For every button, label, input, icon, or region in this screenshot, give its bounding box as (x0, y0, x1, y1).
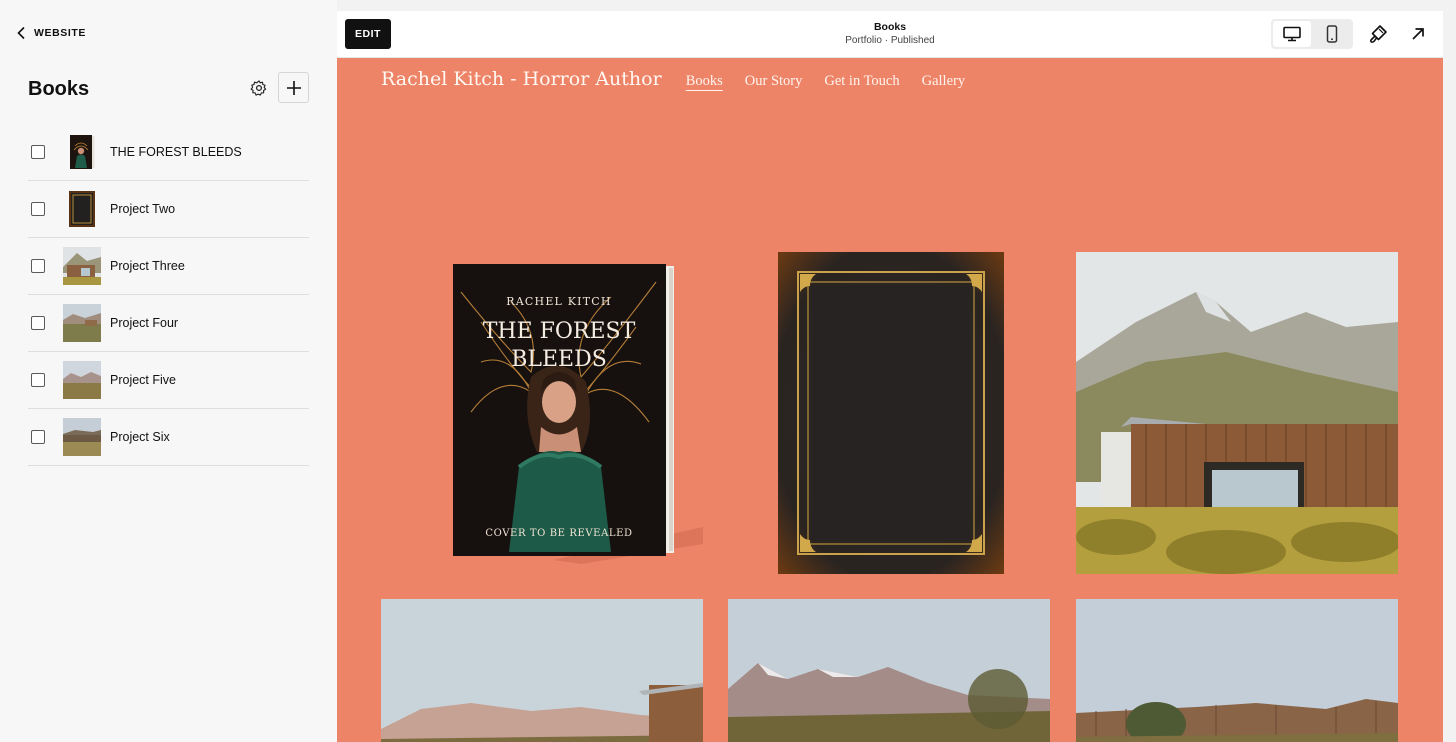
portfolio-tile-project-two[interactable] (778, 252, 1004, 574)
item-thumbnail (63, 304, 101, 342)
book-title-line1: THE FOREST (483, 319, 636, 344)
item-label: Project Four (110, 316, 179, 330)
open-site-button[interactable] (1405, 21, 1431, 47)
item-thumbnail (63, 361, 101, 399)
portfolio-tile-project-five[interactable] (728, 599, 1050, 742)
list-item[interactable]: Project Four (28, 295, 309, 352)
add-item-button[interactable] (278, 72, 309, 103)
portfolio-tile-project-four[interactable] (381, 599, 703, 742)
nav-link-books[interactable]: Books (686, 73, 723, 90)
book-tagline: COVER TO BE REVEALED (485, 528, 632, 539)
paintbrush-icon (1369, 25, 1387, 43)
book-author: RACHEL KITCH (506, 295, 611, 308)
collection-panel: WEBSITE Books THE FOREST BLEEDS Project … (0, 0, 337, 742)
list-item[interactable]: Project Three (28, 238, 309, 295)
item-label: Project Three (110, 259, 185, 273)
item-thumbnail (63, 133, 101, 171)
chevron-left-icon (17, 26, 25, 40)
book-cover-image: RACHEL KITCH THE FOREST BLEEDS COVER TO … (453, 264, 703, 564)
book-title-line2: BLEEDS (511, 347, 607, 372)
item-thumbnail (63, 247, 101, 285)
device-toggle (1271, 19, 1353, 49)
editor-toolbar: EDIT Books Portfolio · Published (337, 11, 1443, 58)
back-to-website-link[interactable]: WEBSITE (16, 26, 86, 40)
nav-link-our-story[interactable]: Our Story (745, 73, 803, 90)
list-item[interactable]: Project Two (28, 181, 309, 238)
item-label: Project Six (110, 430, 170, 444)
cabin-photo-image (1076, 252, 1398, 574)
item-checkbox[interactable] (31, 259, 45, 273)
item-thumbnail (63, 190, 101, 228)
item-label: THE FOREST BLEEDS (110, 145, 242, 159)
portfolio-tile-forest-bleeds[interactable]: RACHEL KITCH THE FOREST BLEEDS COVER TO … (381, 252, 703, 574)
item-label: Project Five (110, 373, 176, 387)
item-thumbnail (63, 418, 101, 456)
portfolio-tile-project-three[interactable] (1076, 252, 1398, 574)
nav-link-gallery[interactable]: Gallery (922, 73, 965, 90)
item-checkbox[interactable] (31, 373, 45, 387)
mobile-view-button[interactable] (1313, 21, 1351, 47)
mobile-icon (1326, 25, 1338, 43)
panel-title: Books (28, 78, 90, 100)
plus-icon (286, 80, 301, 95)
item-checkbox[interactable] (31, 430, 45, 444)
gear-icon (250, 80, 267, 96)
leather-book-image (778, 252, 1004, 574)
back-link-label: WEBSITE (34, 27, 87, 39)
list-item[interactable]: Project Six (28, 409, 309, 466)
arrow-up-right-icon (1412, 28, 1424, 40)
site-title[interactable]: Rachel Kitch - Horror Author (381, 68, 662, 90)
list-item[interactable]: THE FOREST BLEEDS (28, 124, 309, 181)
desktop-icon (1283, 26, 1301, 42)
site-header: Rachel Kitch - Horror Author Books Our S… (381, 68, 965, 90)
list-item[interactable]: Project Five (28, 352, 309, 409)
item-label: Project Two (110, 202, 176, 216)
item-checkbox[interactable] (31, 145, 45, 159)
desktop-view-button[interactable] (1273, 21, 1311, 47)
collection-item-list: THE FOREST BLEEDS Project Two Project Th… (28, 124, 309, 466)
nav-link-get-in-touch[interactable]: Get in Touch (824, 73, 899, 90)
landscape-photo-image (728, 599, 1050, 742)
landscape-photo-image (1076, 599, 1398, 742)
landscape-photo-image (381, 599, 703, 742)
item-checkbox[interactable] (31, 316, 45, 330)
site-styles-button[interactable] (1365, 21, 1391, 47)
settings-button[interactable] (247, 76, 271, 100)
item-checkbox[interactable] (31, 202, 45, 216)
portfolio-tile-project-six[interactable] (1076, 599, 1398, 742)
site-preview: EDIT Books Portfolio · Published Rachel … (337, 11, 1443, 742)
